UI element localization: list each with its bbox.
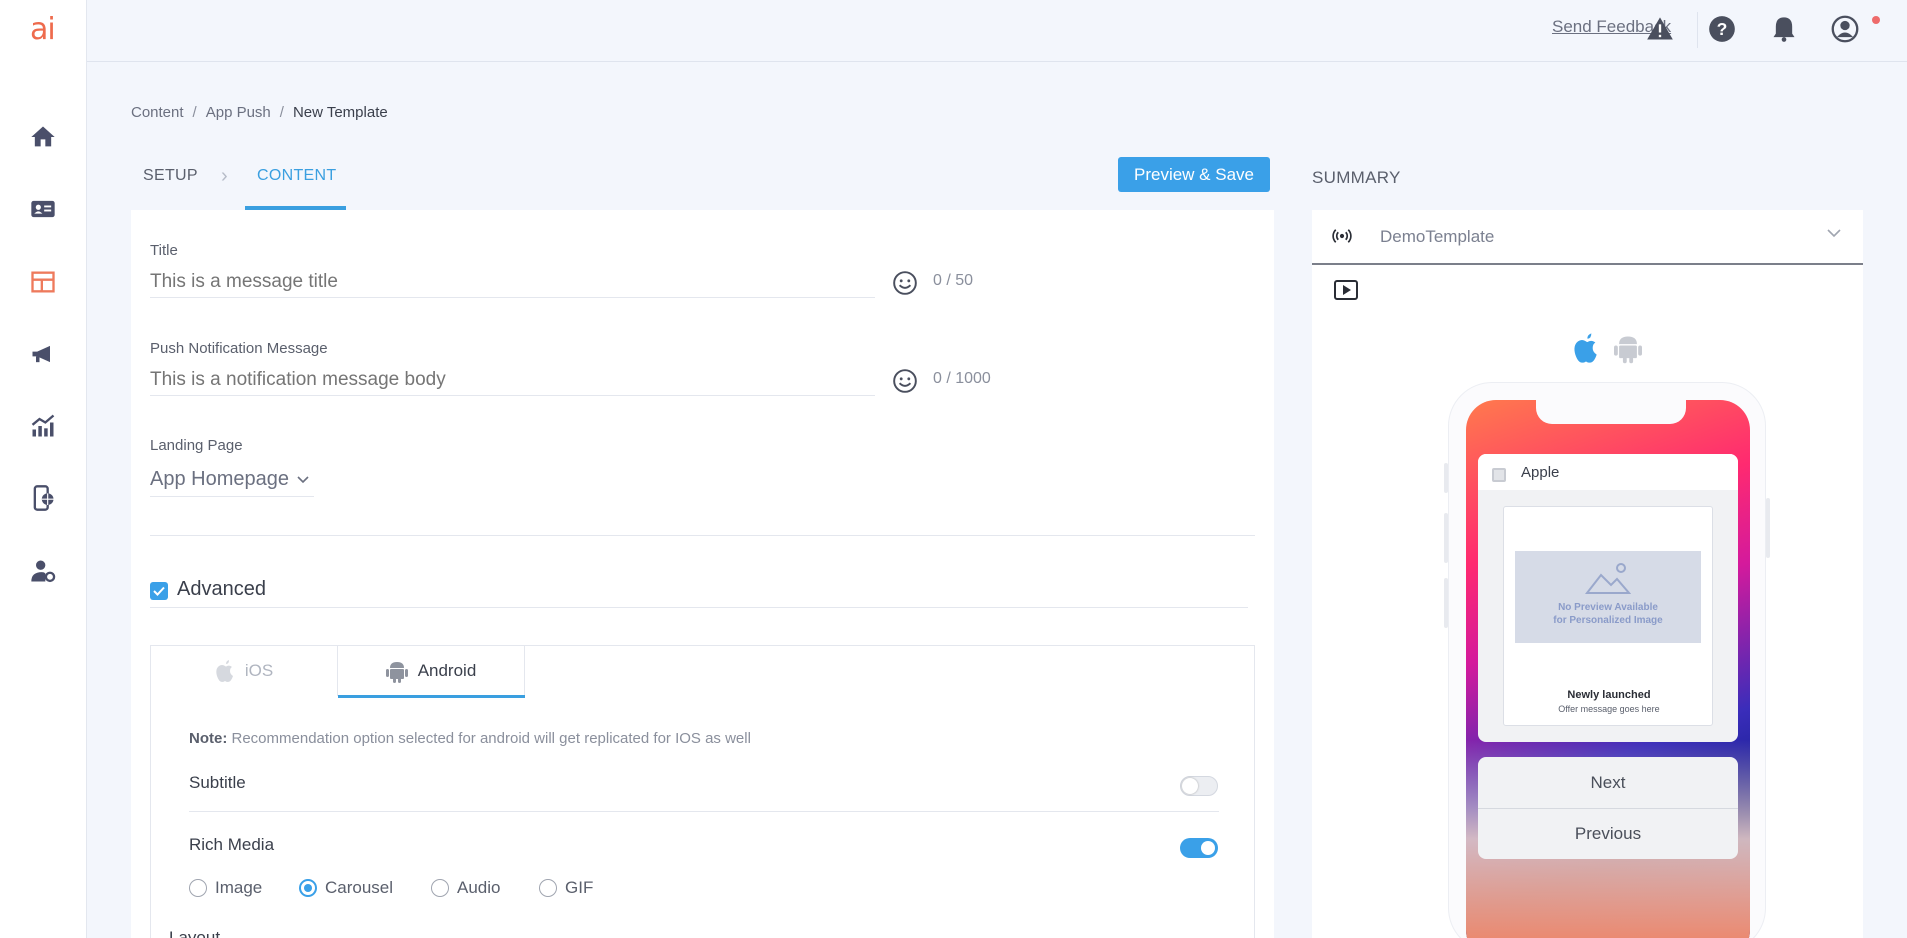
chevron-down-icon [297,475,309,483]
radio-gif[interactable]: GIF [539,878,593,898]
action-next-button[interactable]: Next [1478,757,1738,808]
play-icon[interactable] [1334,280,1358,300]
account-icon[interactable] [1831,15,1859,43]
message-counter: 0 / 1000 [933,370,991,387]
advanced-divider [150,607,1248,608]
topbar: Send Feedback ? [87,0,1907,62]
user-settings-icon[interactable] [28,556,58,586]
tab-ios[interactable]: iOS [151,646,338,696]
title-label: Title [150,242,178,259]
app-icon [1492,468,1506,482]
advanced-label: Advanced [177,578,266,600]
template-name: DemoTemplate [1380,227,1495,246]
rich-media-type-radios: Image Carousel Audio GIF [189,878,593,898]
emoji-icon[interactable] [892,270,918,296]
no-preview-line1: No Preview Available [1558,602,1658,613]
tab-android-label: Android [417,661,477,680]
template-icon[interactable] [28,267,58,297]
breadcrumb-app-push[interactable]: App Push [206,104,271,121]
android-icon[interactable] [1614,332,1642,364]
phone-screen: Apple No Preview Available for Personaliz… [1466,400,1750,938]
svg-text:?: ? [1717,19,1728,39]
template-selector[interactable]: DemoTemplate [1312,210,1863,265]
image-placeholder-icon [1585,563,1631,594]
phone-preview: Apple No Preview Available for Personaliz… [1444,382,1770,938]
content-form: Title 0 / 50 Push Notification Message 0… [131,210,1274,938]
chevron-down-icon [1827,229,1841,238]
apple-icon[interactable] [1572,332,1600,364]
summary-title: SUMMARY [1312,168,1401,187]
section-divider [150,535,1255,536]
step-content[interactable]: CONTENT [257,167,336,185]
breadcrumb: Content / App Push / New Template [131,104,388,121]
no-preview-line2: for Personalized Image [1553,615,1663,626]
breadcrumb-current: New Template [292,104,388,121]
android-icon [385,662,408,683]
topbar-divider [1697,12,1698,48]
message-input[interactable] [150,364,875,396]
notification-actions: Next Previous [1478,757,1738,859]
radio-carousel[interactable]: Carousel [299,878,431,898]
broadcast-icon [1332,229,1352,243]
analytics-icon[interactable] [28,411,58,441]
layout-label: Layout [169,928,221,938]
advanced-options-panel: iOS Android Note: Recommendation option … [150,645,1255,938]
rich-media-label: Rich Media [189,835,275,854]
subtitle-divider [189,811,1219,812]
check-icon [153,586,165,596]
sidebar: ai [0,0,87,938]
radio-image[interactable]: Image [189,878,299,898]
landing-page-value: App Homepage [150,468,289,490]
notification-dot [1872,16,1880,24]
action-previous-button[interactable]: Previous [1478,808,1738,859]
megaphone-icon[interactable] [28,339,58,369]
title-input[interactable] [150,266,875,298]
help-icon[interactable]: ? [1708,15,1736,43]
landing-page-select[interactable]: App Homepage [150,463,314,497]
preview-save-button[interactable]: Preview & Save [1118,157,1270,192]
radio-audio[interactable]: Audio [431,878,539,898]
title-counter: 0 / 50 [933,272,974,289]
contact-card-icon[interactable] [28,194,58,224]
chevron-right-icon: › [221,165,228,187]
home-icon[interactable] [28,122,58,152]
rich-media-preview: No Preview Available for Personalized Ima… [1503,506,1713,726]
alert-icon[interactable] [1646,15,1674,43]
summary-panel: DemoTemplate Apple No Preview Available f… [1312,210,1863,938]
tab-android[interactable]: Android [338,646,525,698]
phone-notch [1536,400,1686,424]
message-label: Push Notification Message [150,340,328,357]
rich-subtitle: Offer message goes here [1558,704,1660,714]
emoji-icon[interactable] [892,368,918,394]
tab-ios-label: iOS [244,661,274,680]
step-nav: SETUP › CONTENT Preview & Save [131,155,1271,210]
notification-app-name: Apple [1521,464,1560,481]
breadcrumb-content[interactable]: Content [131,104,184,121]
landing-page-label: Landing Page [150,437,243,454]
bell-icon[interactable] [1770,15,1798,43]
mobile-web-icon[interactable] [28,483,58,513]
rich-title: Newly launched [1567,689,1651,701]
apple-icon [216,660,233,682]
rich-media-toggle[interactable] [1180,838,1218,858]
notification-card: Apple No Preview Available for Personaliz… [1478,454,1738,742]
subtitle-label: Subtitle [189,773,246,792]
android-note: Note: Recommendation option selected for… [189,730,751,747]
image-placeholder: No Preview Available for Personalized Ima… [1515,551,1701,643]
app-logo[interactable]: ai [30,12,56,47]
step-setup[interactable]: SETUP [143,167,198,185]
advanced-checkbox[interactable] [150,582,168,600]
subtitle-toggle[interactable] [1180,776,1218,796]
